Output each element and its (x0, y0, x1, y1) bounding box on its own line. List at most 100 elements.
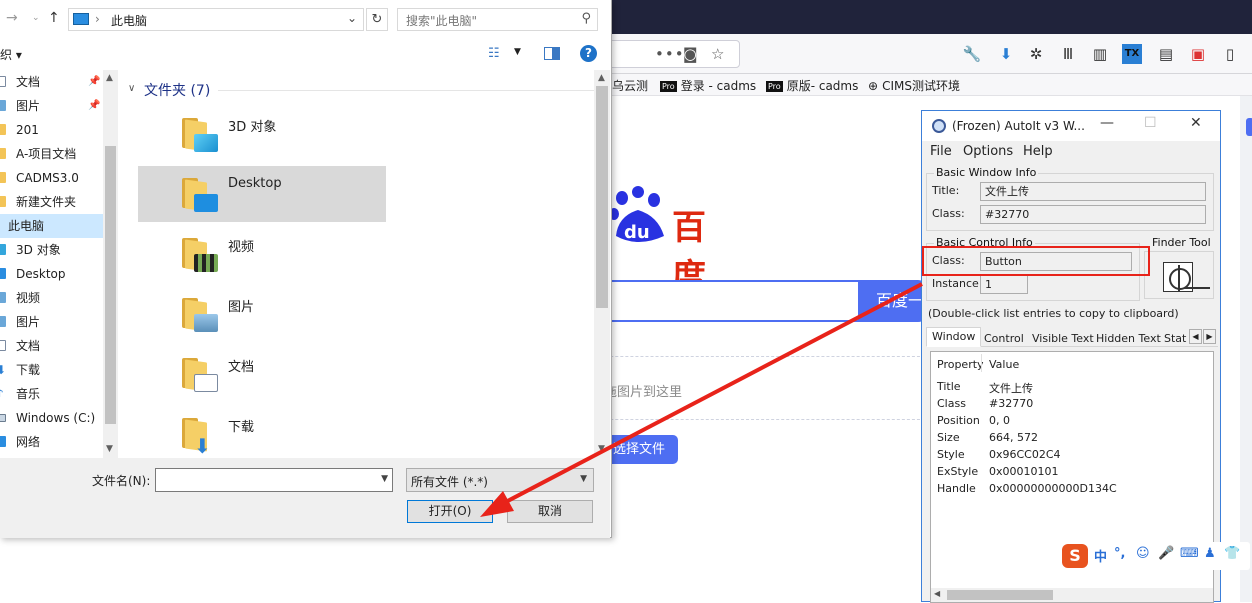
bookmark-item[interactable]: Pro 登录 - cadms (660, 77, 756, 94)
refresh-button[interactable]: ↻ (366, 8, 388, 31)
tab-visible-text[interactable]: Visible Text (1026, 329, 1100, 347)
pin-icon[interactable]: 📌 (88, 70, 100, 94)
tab-scroll-right-icon[interactable]: ▶ (1203, 329, 1216, 344)
up-icon[interactable]: ↑ (48, 10, 60, 26)
list-header-property[interactable]: Property (937, 358, 984, 371)
bookmark-star-icon[interactable]: ☆ (711, 45, 724, 63)
forward-icon[interactable]: → (6, 10, 18, 26)
cancel-button[interactable]: 取消 (507, 500, 593, 523)
list-hscroll-thumb[interactable] (947, 590, 1053, 600)
nav-scrollbar-thumb[interactable] (105, 146, 116, 424)
punctuation-icon[interactable]: °, (1114, 546, 1125, 561)
baidu-search-button[interactable]: 百度一 (858, 280, 928, 322)
help-icon[interactable]: ? (580, 45, 597, 62)
tab-stat[interactable]: Stat (1158, 329, 1192, 347)
ime-language[interactable]: 中 (1094, 546, 1107, 565)
bookmark-item[interactable]: 乌云测 (612, 77, 648, 94)
sidebar-item[interactable]: 视频 (0, 286, 104, 310)
keyboard-icon[interactable]: ⌨ (1180, 546, 1199, 561)
user-icon[interactable]: ♟ (1204, 546, 1216, 561)
menu-icon[interactable]: ▯ (1220, 44, 1240, 64)
sidebar-item[interactable]: ♪ 音乐 (0, 382, 104, 406)
menu-help[interactable]: Help (1023, 144, 1053, 159)
sidebar-item[interactable]: CADMS3.0 (0, 166, 104, 190)
property-value[interactable]: 文件上传 (989, 380, 1033, 396)
sidebar-item[interactable]: 201 (0, 118, 104, 142)
download-icon[interactable]: ⬇ (996, 44, 1016, 64)
skin-icon[interactable]: 👕 (1224, 546, 1240, 561)
menu-options[interactable]: Options (963, 144, 1013, 159)
sidebar-item[interactable]: 3D 对象 (0, 238, 104, 262)
sidebar-item[interactable]: 此电脑 (0, 214, 104, 238)
sidebar-icon[interactable]: ▥ (1090, 44, 1110, 64)
pin-icon[interactable]: 📌 (88, 94, 100, 118)
sogou-logo-icon[interactable]: S (1062, 544, 1088, 568)
address-dropdown-icon[interactable]: ⌄ (347, 11, 357, 25)
view-chevron-icon[interactable]: ▼ (514, 47, 521, 57)
property-value[interactable]: #32770 (989, 397, 1033, 410)
microphone-icon[interactable]: 🎤 (1158, 546, 1174, 561)
property-name[interactable]: Style (937, 448, 965, 461)
close-icon[interactable]: ✕ (1190, 115, 1202, 131)
content-scrollbar-thumb[interactable] (596, 86, 608, 308)
emoji-icon[interactable]: ☺ (1136, 546, 1150, 561)
folder-item[interactable]: 3D 对象 (138, 106, 386, 162)
crosshair-icon[interactable] (1163, 262, 1210, 292)
sidebar-item[interactable]: 图片 📌 (0, 94, 104, 118)
property-name[interactable]: ExStyle (937, 465, 978, 478)
filetype-select[interactable]: 所有文件 (*.*) ▼ (406, 468, 594, 492)
sidebar-item[interactable]: Desktop (0, 262, 104, 286)
class-field[interactable]: #32770 (980, 205, 1206, 224)
nav-scroll-up-icon[interactable]: ▲ (106, 73, 113, 83)
collapse-chevron-icon[interactable]: ∨ (128, 83, 135, 94)
tab-window[interactable]: Window (926, 327, 982, 347)
folder-item[interactable]: 视频 (138, 226, 386, 282)
list-header-value[interactable]: Value (989, 358, 1019, 371)
view-options-icon[interactable]: ☷ (488, 46, 500, 61)
tab-scroll-left-icon[interactable]: ◀ (1189, 329, 1202, 344)
bookmark-item[interactable]: Pro 原版- cadms (766, 77, 858, 94)
tab-control[interactable]: Control (978, 329, 1030, 347)
property-value[interactable]: 0x96CC02C4 (989, 448, 1061, 461)
sidebar-item[interactable]: A-项目文档 (0, 142, 104, 166)
group-header[interactable]: 文件夹 (7) (144, 80, 210, 100)
preview-pane-icon[interactable] (544, 47, 560, 60)
hscroll-left-icon[interactable]: ◀ (934, 589, 940, 598)
tx-extension-icon[interactable]: TX (1122, 44, 1142, 64)
menu-file[interactable]: File (930, 144, 952, 159)
filename-input[interactable]: ▼ (155, 468, 393, 492)
property-value[interactable]: 0, 0 (989, 414, 1010, 427)
filename-dropdown-icon[interactable]: ▼ (381, 474, 388, 484)
pocket-icon[interactable]: ◙ (683, 45, 698, 63)
folder-item[interactable]: 图片 (138, 286, 386, 342)
property-name[interactable]: Class (937, 397, 966, 410)
more-actions-icon[interactable]: ••• (655, 45, 685, 63)
bookmark-item[interactable]: ⊕ CIMS测试环境 (868, 77, 960, 94)
content-scroll-up-icon[interactable]: ▲ (598, 73, 605, 83)
recent-chevron-icon[interactable]: ⌄ (32, 13, 40, 23)
search-input[interactable]: 搜索"此电脑" ⚲ (397, 8, 598, 31)
instance-field[interactable]: 1 (980, 275, 1028, 294)
property-value[interactable]: 0x00000000000D134C (989, 482, 1117, 495)
gear-icon[interactable]: ✲ (1026, 44, 1046, 64)
property-name[interactable]: Handle (937, 482, 976, 495)
sidebar-item[interactable]: 图片 (0, 310, 104, 334)
address-bar[interactable]: › 此电脑 ⌄ (68, 8, 364, 31)
property-value[interactable]: 0x00010101 (989, 465, 1059, 478)
sidebar-item[interactable]: 网络 (0, 430, 104, 454)
sidebar-item[interactable]: Windows (C:) (0, 406, 104, 430)
open-button[interactable]: 打开(O) (407, 500, 493, 523)
library-icon[interactable]: Ⅲ (1058, 44, 1078, 64)
property-name[interactable]: Title (937, 380, 961, 393)
minimize-icon[interactable]: — (1100, 115, 1114, 131)
nav-scroll-down-icon[interactable]: ▼ (106, 444, 113, 454)
folder-item[interactable]: Desktop (138, 166, 386, 222)
list-hscrollbar[interactable]: ◀ (931, 588, 1213, 602)
sidebar-item[interactable]: 文档 (0, 334, 104, 358)
sidebar-item[interactable]: 文档 📌 (0, 70, 104, 94)
property-name[interactable]: Position (937, 414, 980, 427)
property-name[interactable]: Size (937, 431, 960, 444)
content-scroll-down-icon[interactable]: ▼ (598, 444, 605, 454)
wrench-icon[interactable]: 🔧 (962, 44, 982, 64)
note-icon[interactable]: ▣ (1188, 44, 1208, 64)
